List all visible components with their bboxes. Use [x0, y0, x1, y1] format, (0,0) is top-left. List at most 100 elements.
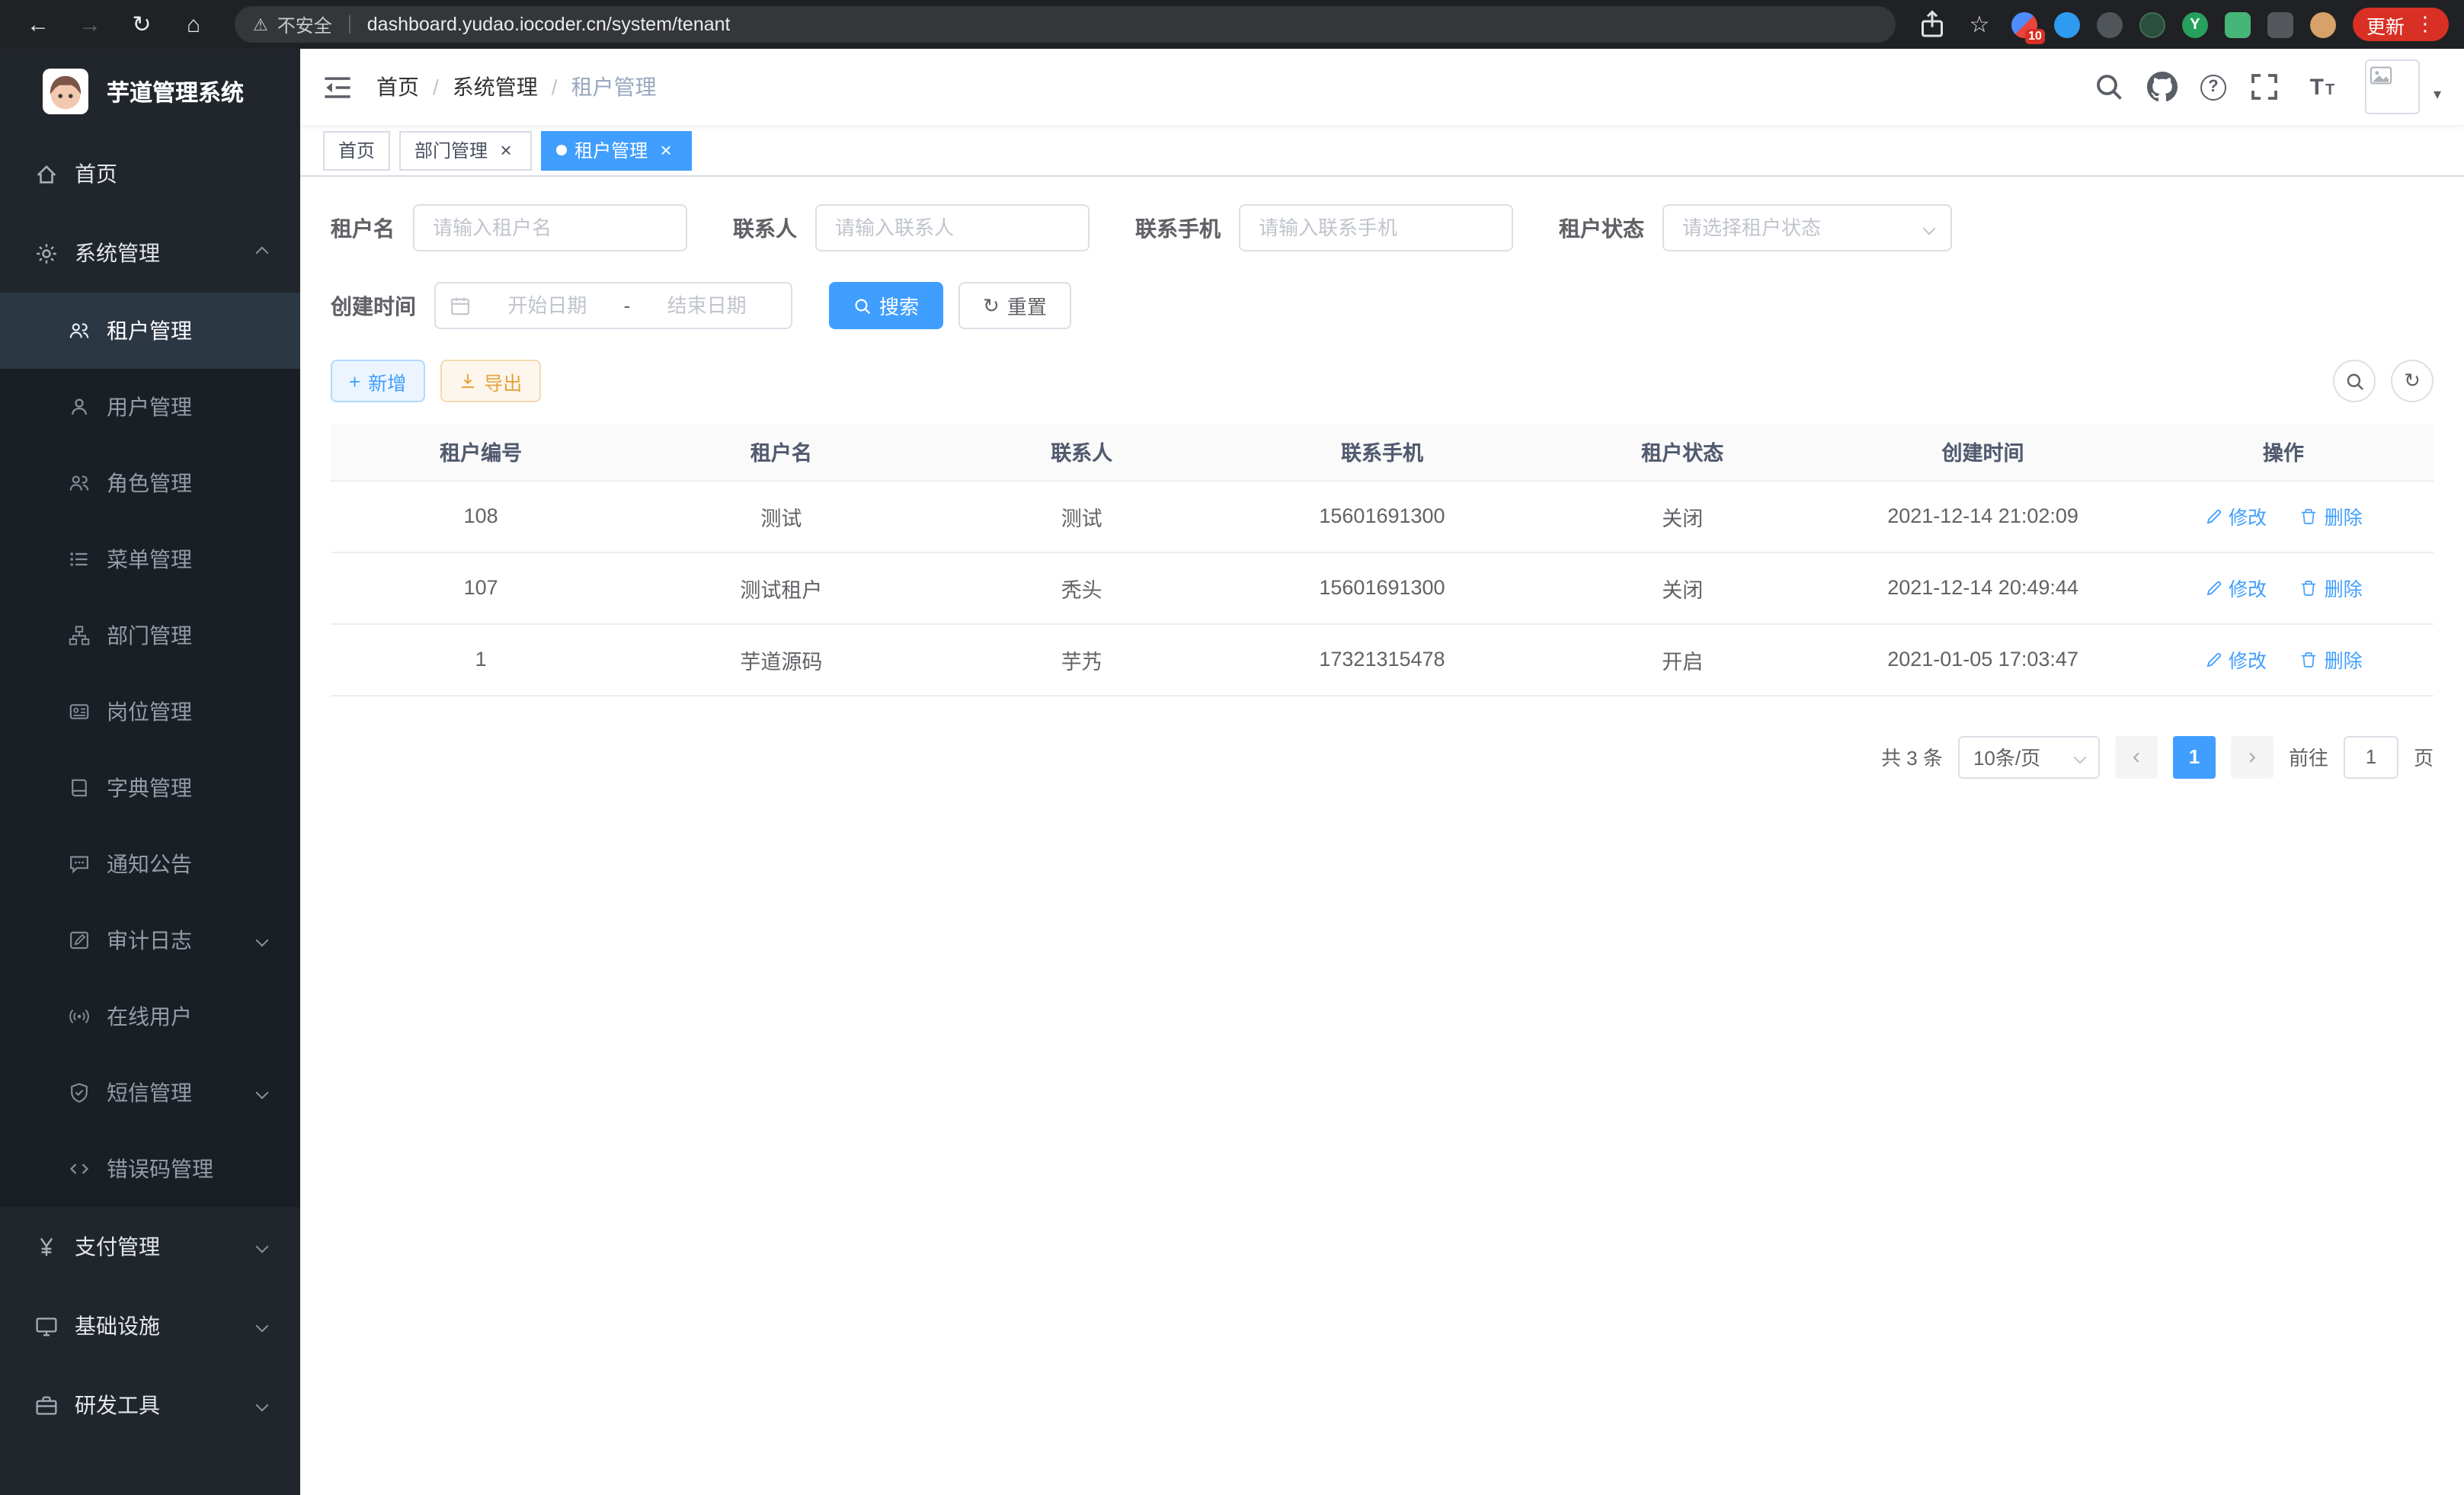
goto-page-input[interactable] — [2344, 735, 2398, 778]
sidebar-item-menu-management[interactable]: 菜单管理 — [0, 521, 300, 597]
omnibox-divider — [349, 15, 350, 34]
close-icon[interactable]: × — [655, 139, 677, 161]
reset-button[interactable]: ↻ 重置 — [958, 282, 1071, 329]
create-time-range-picker[interactable]: - — [434, 282, 792, 329]
avatar-caret-icon[interactable]: ▾ — [2434, 87, 2441, 114]
tab-tenant-management[interactable]: 租户管理 × — [541, 130, 692, 170]
extension-icon-2[interactable] — [2054, 11, 2080, 37]
breadcrumb-home[interactable]: 首页 — [376, 72, 419, 102]
delete-link[interactable]: 删除 — [2300, 501, 2363, 530]
table-row: 107 测试租户 秃头 15601691300 关闭 2021-12-14 20… — [331, 552, 2434, 623]
start-date-input[interactable] — [477, 294, 618, 317]
sidebar-item-infrastructure[interactable]: 基础设施 — [0, 1286, 300, 1365]
close-icon[interactable]: × — [495, 139, 517, 161]
sidebar-item-label: 研发工具 — [75, 1390, 160, 1420]
avatar[interactable] — [2365, 59, 2420, 114]
sidebar-item-tenant-management[interactable]: 租户管理 — [0, 293, 300, 369]
edit-pencil-icon — [2204, 578, 2222, 597]
extension-icon-8[interactable] — [2310, 11, 2336, 37]
tenant-name-input[interactable] — [413, 204, 687, 251]
browser-forward-button[interactable]: → — [70, 5, 110, 44]
filter-row-1: 租户名 联系人 联系手机 租户状态 — [331, 204, 2434, 251]
extension-icon-7[interactable] — [2267, 11, 2293, 37]
sidebar-item-label: 通知公告 — [107, 849, 192, 879]
search-button[interactable]: 搜索 — [829, 282, 943, 329]
trash-icon — [2300, 578, 2318, 597]
contact-input[interactable] — [815, 204, 1090, 251]
breadcrumb-system-management[interactable]: 系统管理 — [453, 72, 538, 102]
browser-reload-button[interactable]: ↻ — [122, 5, 162, 44]
delete-link[interactable]: 删除 — [2300, 645, 2363, 674]
cell-id: 107 — [331, 552, 631, 623]
sidebar-item-label: 基础设施 — [75, 1311, 160, 1341]
edit-link[interactable]: 修改 — [2204, 501, 2267, 530]
browser-update-button[interactable]: 更新 ⋮ — [2353, 8, 2449, 41]
extension-icon-1[interactable]: 10 — [2011, 11, 2037, 37]
sidebar-item-sms-management[interactable]: 短信管理 — [0, 1055, 300, 1131]
sidebar-item-role-management[interactable]: 角色管理 — [0, 445, 300, 521]
address-bar[interactable]: ⚠ 不安全 dashboard.yudao.iocoder.cn/system/… — [235, 6, 1896, 43]
sidebar-toggle-button[interactable] — [323, 72, 352, 101]
logo-avatar — [43, 69, 88, 114]
edit-link[interactable]: 修改 — [2204, 573, 2267, 602]
sidebar: 芋道管理系统 首页 系统管理 租户管理 — [0, 49, 300, 1495]
tenant-status-select[interactable] — [1662, 204, 1952, 251]
extension-icon-4[interactable] — [2139, 11, 2165, 37]
browser-back-button[interactable]: ← — [18, 5, 58, 44]
font-size-small-letter: T — [2325, 83, 2334, 98]
edit-link[interactable]: 修改 — [2204, 645, 2267, 674]
breadcrumb: 首页 / 系统管理 / 租户管理 — [376, 72, 657, 102]
sidebar-item-dict-management[interactable]: 字典管理 — [0, 750, 300, 826]
github-icon[interactable] — [2147, 72, 2178, 102]
extension-icon-3[interactable] — [2097, 11, 2123, 37]
tenant-status-select-input[interactable] — [1662, 204, 1952, 251]
sidebar-item-dept-management[interactable]: 部门管理 — [0, 597, 300, 674]
sidebar-item-payment-management[interactable]: 支付管理 — [0, 1207, 300, 1286]
create-time-label: 创建时间 — [331, 290, 416, 321]
share-icon[interactable] — [1917, 9, 1947, 40]
export-button[interactable]: 导出 — [440, 360, 540, 402]
page-1-button[interactable]: 1 — [2173, 735, 2216, 778]
sidebar-item-online-users[interactable]: 在线用户 — [0, 978, 300, 1055]
tab-home[interactable]: 首页 — [323, 130, 390, 170]
main-area: 首页 / 系统管理 / 租户管理 ? T T ▾ — [300, 49, 2464, 1495]
bookmark-star-icon[interactable]: ☆ — [1964, 9, 1995, 40]
extension-icon-6[interactable] — [2225, 11, 2251, 37]
shield-icon — [69, 1082, 90, 1103]
extension-icon-5[interactable]: Y — [2182, 11, 2208, 37]
sidebar-item-dev-tools[interactable]: 研发工具 — [0, 1365, 300, 1445]
page-size-select[interactable]: 10条/页 — [1958, 735, 2100, 778]
delete-link[interactable]: 删除 — [2300, 573, 2363, 602]
export-button-label: 导出 — [484, 367, 522, 395]
prev-page-button[interactable]: ‹ — [2115, 735, 2158, 778]
cell-status: 关闭 — [1532, 552, 1832, 623]
table-row: 108 测试 测试 15601691300 关闭 2021-12-14 21:0… — [331, 480, 2434, 552]
page-size-value: 10条/页 — [1973, 742, 2040, 771]
help-icon[interactable]: ? — [2200, 74, 2226, 100]
search-icon — [2344, 371, 2364, 391]
sidebar-item-audit-log[interactable]: 审计日志 — [0, 902, 300, 978]
fullscreen-icon[interactable] — [2249, 72, 2280, 102]
sidebar-item-home[interactable]: 首页 — [0, 134, 300, 213]
browser-home-button[interactable]: ⌂ — [174, 5, 213, 44]
badge-icon — [69, 701, 90, 722]
end-date-input[interactable] — [636, 294, 777, 317]
cell-actions: 修改 删除 — [2133, 480, 2434, 552]
tab-dept-management[interactable]: 部门管理 × — [399, 130, 532, 170]
sidebar-item-notice[interactable]: 通知公告 — [0, 826, 300, 902]
sidebar-item-system-management[interactable]: 系统管理 — [0, 213, 300, 293]
next-page-button[interactable]: › — [2231, 735, 2274, 778]
browser-menu-icon[interactable]: ⋮ — [2415, 12, 2435, 37]
refresh-table-button[interactable]: ↻ — [2391, 360, 2434, 402]
column-header-name: 租户名 — [631, 424, 931, 480]
search-icon[interactable] — [2094, 72, 2124, 102]
sidebar-item-error-code-management[interactable]: 错误码管理 — [0, 1131, 300, 1207]
column-header-status: 租户状态 — [1532, 424, 1832, 480]
sidebar-item-label: 短信管理 — [107, 1077, 192, 1108]
contact-phone-input[interactable] — [1239, 204, 1513, 251]
add-button[interactable]: + 新增 — [331, 360, 424, 402]
font-size-icon[interactable]: T T — [2302, 75, 2342, 98]
sidebar-item-user-management[interactable]: 用户管理 — [0, 369, 300, 445]
sidebar-item-post-management[interactable]: 岗位管理 — [0, 674, 300, 750]
toggle-search-button[interactable] — [2333, 360, 2376, 402]
